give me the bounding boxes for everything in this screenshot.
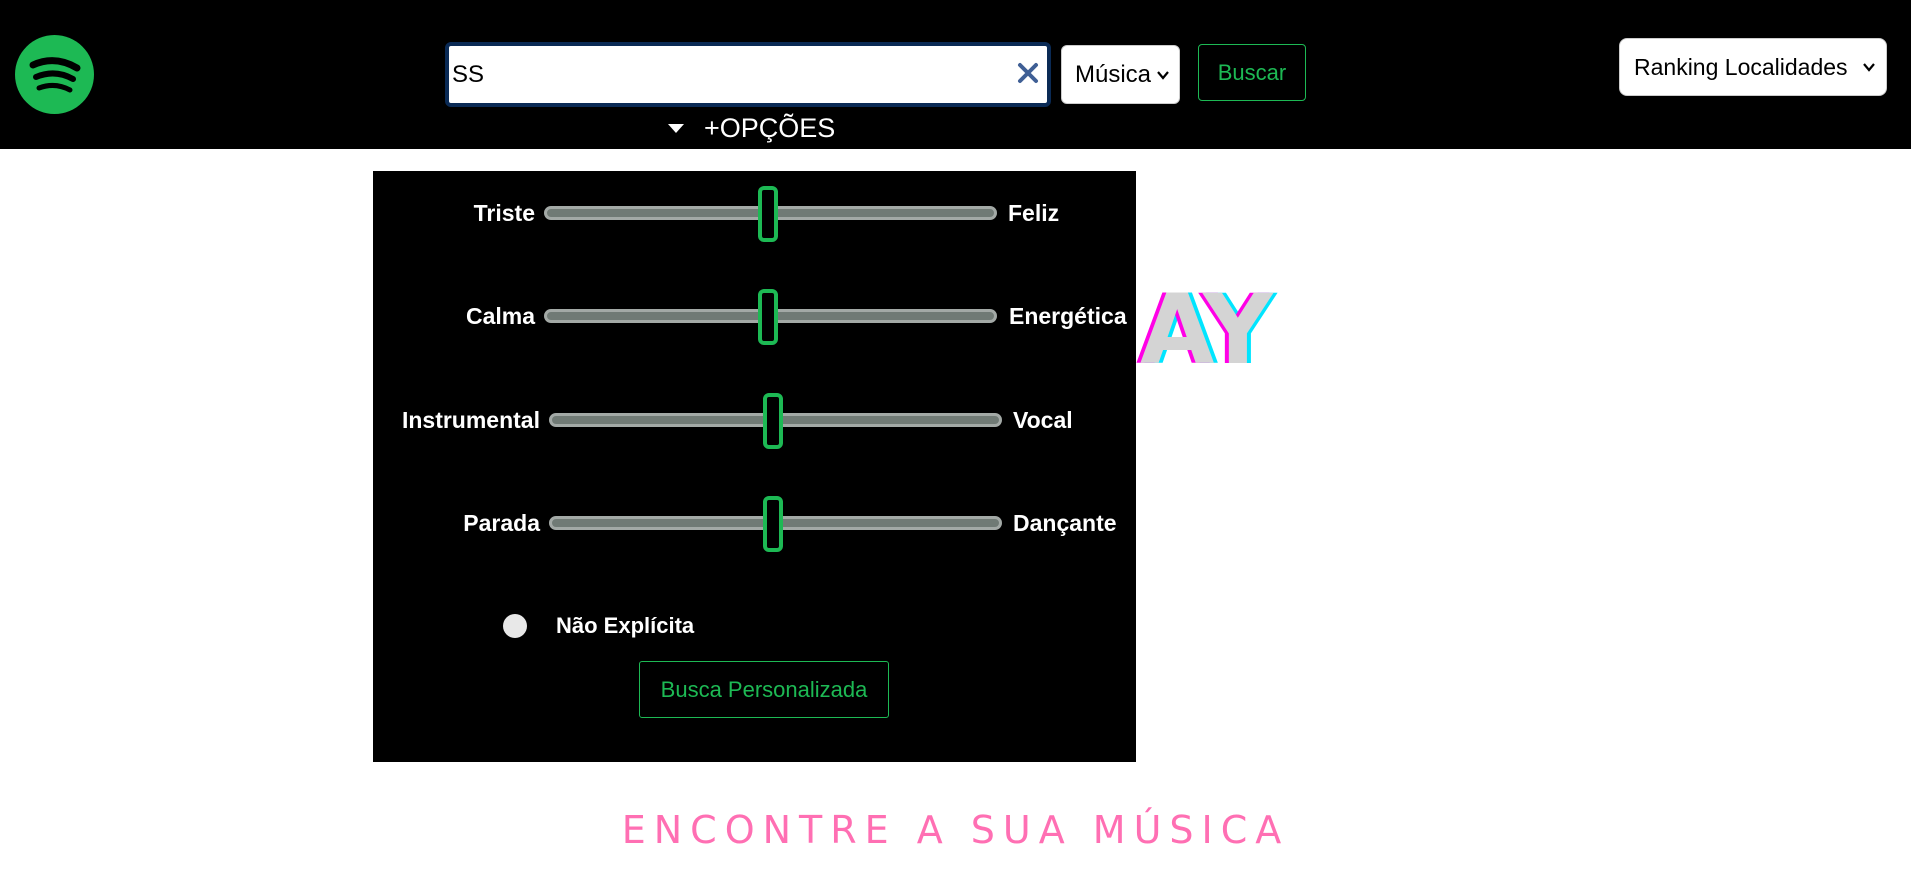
slider-row-mood: Triste Feliz <box>373 184 1136 244</box>
more-options-label: +OPÇÕES <box>704 112 836 143</box>
explicit-filter-radio[interactable] <box>503 614 527 638</box>
options-panel: Triste Feliz Calma Energética Instrument… <box>373 171 1136 762</box>
search-box <box>445 42 1051 107</box>
chevron-down-icon <box>1157 71 1169 80</box>
search-input[interactable] <box>449 46 989 103</box>
slider-right-label: Feliz <box>1008 200 1060 226</box>
slider-row-energy: Calma Energética <box>373 287 1136 347</box>
hero-title: AY <box>1140 274 1273 386</box>
slider-right-label: Dançante <box>1013 510 1117 536</box>
slider-thumb[interactable] <box>758 289 778 345</box>
slider-right-label: Vocal <box>1013 407 1073 433</box>
explicit-filter-label: Não Explícita <box>556 613 695 638</box>
clear-search-icon[interactable] <box>1015 60 1041 86</box>
search-button[interactable]: Buscar <box>1198 44 1306 101</box>
slider-left-label: Triste <box>473 200 535 226</box>
slider-row-instrumental: Instrumental Vocal <box>373 391 1136 451</box>
search-type-select[interactable]: Música <box>1061 45 1180 104</box>
spotify-logo-icon[interactable] <box>15 35 94 114</box>
slider-thumb[interactable] <box>758 186 778 242</box>
search-type-selected: Música <box>1075 60 1152 88</box>
equalizer-graphic <box>1142 414 1221 729</box>
slider-thumb[interactable] <box>763 496 783 552</box>
custom-search-button[interactable]: Busca Personalizada <box>639 661 889 718</box>
caret-down-icon <box>668 123 684 133</box>
slider-right-label: Energética <box>1009 303 1127 329</box>
slider-thumb[interactable] <box>763 393 783 449</box>
chevron-down-icon <box>1863 63 1875 72</box>
slider-row-danceability: Parada Dançante <box>373 494 1136 554</box>
more-options-toggle[interactable]: +OPÇÕES <box>668 111 835 145</box>
slider-left-label: Instrumental <box>401 407 540 433</box>
slider-left-label: Calma <box>465 303 535 329</box>
tagline: ENCONTRE A SUA MÚSICA <box>621 808 1290 852</box>
ranking-localidades-select[interactable]: Ranking Localidades <box>1619 38 1887 96</box>
ranking-selected: Ranking Localidades <box>1634 53 1848 80</box>
slider-left-label: Parada <box>463 510 540 536</box>
top-navbar: Música Buscar Ranking Localidades +OPÇÕE… <box>0 0 1911 149</box>
